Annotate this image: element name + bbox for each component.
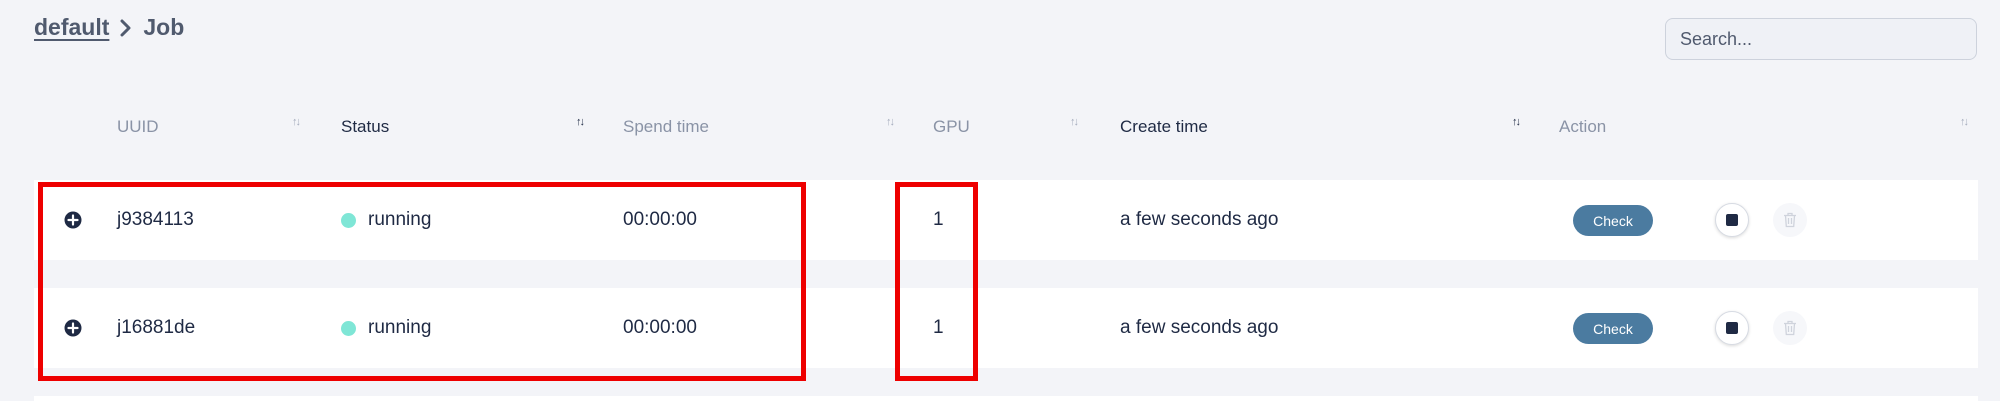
- search-input[interactable]: [1665, 18, 1977, 60]
- column-header-action: Action: [1559, 117, 1607, 136]
- breadcrumb: default Job: [34, 14, 184, 41]
- job-list-page: default Job UUID ↑↓ Status ↑↓ Spend time…: [0, 0, 2000, 401]
- breadcrumb-parent-link[interactable]: default: [34, 14, 109, 41]
- breadcrumb-current: Job: [143, 14, 185, 40]
- sort-arrows-icon[interactable]: ↑↓: [1960, 116, 1969, 128]
- trash-icon: [1784, 320, 1796, 336]
- highlight-box-job-details: [38, 182, 806, 381]
- sort-arrows-icon[interactable]: ↑↓: [1512, 116, 1521, 128]
- create-time-cell: a few seconds ago: [1120, 317, 1279, 338]
- sort-arrows-icon[interactable]: ↑↓: [576, 116, 585, 128]
- sort-arrows-icon[interactable]: ↑↓: [1070, 116, 1079, 128]
- column-header-status[interactable]: Status: [341, 117, 389, 137]
- check-button[interactable]: Check: [1573, 205, 1653, 236]
- stop-icon: [1726, 214, 1738, 226]
- sort-arrows-icon[interactable]: ↑↓: [292, 116, 301, 128]
- column-header-gpu[interactable]: GPU: [933, 117, 970, 137]
- chevron-right-icon: [119, 18, 133, 38]
- table-row-partial: [34, 396, 1978, 401]
- delete-button[interactable]: [1773, 311, 1807, 345]
- check-button[interactable]: Check: [1573, 313, 1653, 344]
- sort-arrows-icon[interactable]: ↑↓: [886, 116, 895, 128]
- stop-button[interactable]: [1715, 311, 1749, 345]
- create-time-cell: a few seconds ago: [1120, 209, 1279, 230]
- trash-icon: [1784, 212, 1796, 228]
- stop-icon: [1726, 322, 1738, 334]
- stop-button[interactable]: [1715, 203, 1749, 237]
- highlight-box-gpu: [895, 182, 978, 381]
- column-header-spend-time[interactable]: Spend time: [623, 117, 709, 137]
- delete-button[interactable]: [1773, 203, 1807, 237]
- column-header-create-time[interactable]: Create time: [1120, 117, 1208, 137]
- column-header-uuid[interactable]: UUID: [117, 117, 159, 137]
